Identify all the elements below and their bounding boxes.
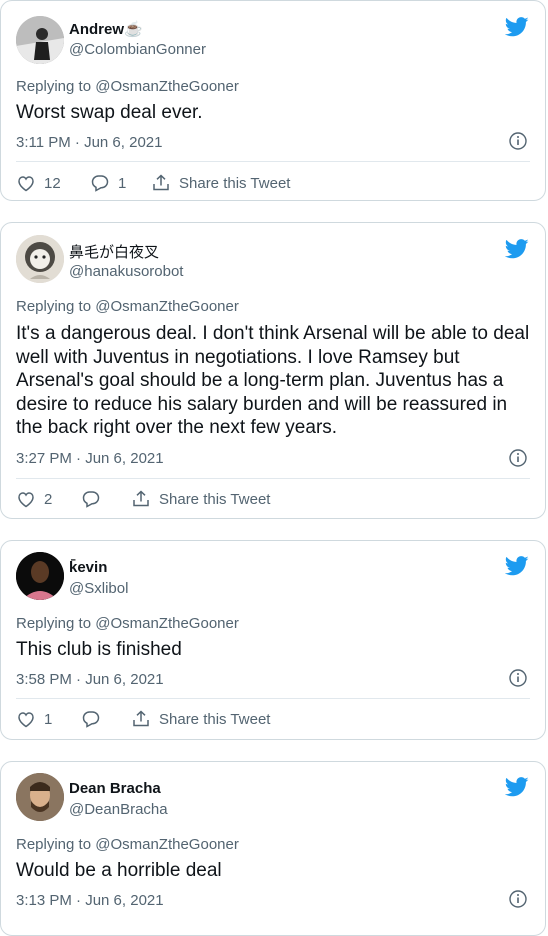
share-button[interactable]: Share this Tweet (131, 709, 270, 729)
reply-button[interactable] (81, 709, 109, 729)
like-count: 2 (44, 490, 53, 508)
reply-context: Replying to @OsmanZtheGooner (16, 78, 239, 95)
twitter-bird-icon[interactable] (505, 777, 529, 797)
user-handle[interactable]: @Sxlibol (69, 580, 128, 597)
user-handle[interactable]: @DeanBracha (69, 801, 168, 818)
like-button[interactable]: 1 (16, 709, 52, 729)
like-count: 1 (44, 710, 53, 728)
share-label: Share this Tweet (159, 490, 271, 508)
reply-bubble-icon (82, 711, 100, 728)
reply-mention-link[interactable]: @OsmanZtheGooner (95, 298, 239, 315)
heart-icon (18, 492, 34, 508)
share-label: Share this Tweet (159, 710, 271, 728)
user-handle[interactable]: @hanakusorobot (69, 263, 183, 280)
info-icon[interactable] (509, 890, 527, 908)
tweet-text: It's a dangerous deal. I don't think Ars… (16, 323, 530, 438)
reply-button[interactable] (81, 489, 109, 509)
display-name[interactable]: Andrew☕ (69, 20, 143, 38)
avatar-photo-icon (16, 16, 64, 64)
share-icon (133, 490, 149, 507)
tweet-card[interactable]: k̄evin @Sxlibol Replying to @OsmanZtheGo… (0, 540, 546, 740)
tweet-timestamp[interactable]: 3:11 PM · Jun 6, 2021 (16, 134, 162, 151)
heart-icon (18, 176, 34, 192)
share-icon (133, 710, 149, 727)
tweet-card[interactable]: Andrew☕ @ColombianGonner Replying to @Os… (0, 0, 546, 201)
avatar-photo-icon (16, 235, 64, 283)
info-icon[interactable] (509, 669, 527, 687)
avatar[interactable] (16, 16, 64, 64)
info-icon[interactable] (509, 449, 527, 467)
display-name[interactable]: k̄evin (69, 559, 107, 576)
divider (16, 698, 530, 699)
user-handle[interactable]: @ColombianGonner (69, 41, 206, 58)
divider (16, 478, 530, 479)
reply-mention-link[interactable]: @OsmanZtheGooner (95, 615, 239, 632)
reply-bubble-icon (82, 491, 100, 508)
reply-context: Replying to @OsmanZtheGooner (16, 836, 239, 853)
avatar-photo-icon (16, 552, 64, 600)
tweet-text: This club is finished (16, 639, 182, 660)
reply-button[interactable]: 1 (90, 173, 126, 193)
twitter-bird-icon[interactable] (505, 17, 529, 37)
like-count: 12 (44, 174, 61, 192)
share-icon (153, 174, 169, 191)
tweet-timestamp[interactable]: 3:13 PM · Jun 6, 2021 (16, 892, 164, 909)
display-name[interactable]: 鼻毛が白夜叉 (69, 241, 159, 262)
share-button[interactable]: Share this Tweet (151, 173, 290, 193)
reply-mention-link[interactable]: @OsmanZtheGooner (95, 78, 239, 95)
reply-prefix: Replying to (16, 298, 92, 315)
like-button[interactable]: 2 (16, 489, 52, 509)
reply-bubble-icon (91, 175, 109, 192)
avatar-photo-icon (16, 773, 64, 821)
tweet-timestamp[interactable]: 3:27 PM · Jun 6, 2021 (16, 450, 164, 467)
tweet-timestamp[interactable]: 3:58 PM · Jun 6, 2021 (16, 671, 164, 688)
reply-prefix: Replying to (16, 615, 92, 632)
tweet-card[interactable]: 鼻毛が白夜叉 @hanakusorobot Replying to @Osman… (0, 222, 546, 519)
share-label: Share this Tweet (179, 174, 291, 192)
avatar[interactable] (16, 773, 64, 821)
heart-icon (18, 712, 34, 728)
reply-mention-link[interactable]: @OsmanZtheGooner (95, 836, 239, 853)
info-icon[interactable] (509, 132, 527, 150)
display-name[interactable]: Dean Bracha (69, 780, 161, 797)
tweet-card[interactable]: Dean Bracha @DeanBracha Replying to @Osm… (0, 761, 546, 936)
tweet-text: Would be a horrible deal (16, 860, 222, 881)
twitter-bird-icon[interactable] (505, 239, 529, 259)
like-button[interactable]: 12 (16, 173, 61, 193)
reply-context: Replying to @OsmanZtheGooner (16, 298, 239, 315)
twitter-bird-icon[interactable] (505, 556, 529, 576)
tweet-text: Worst swap deal ever. (16, 102, 203, 123)
avatar[interactable] (16, 235, 64, 283)
reply-count: 1 (118, 174, 127, 192)
reply-context: Replying to @OsmanZtheGooner (16, 615, 239, 632)
reply-prefix: Replying to (16, 78, 92, 95)
reply-prefix: Replying to (16, 836, 92, 853)
share-button[interactable]: Share this Tweet (131, 489, 270, 509)
avatar[interactable] (16, 552, 64, 600)
divider (16, 161, 530, 162)
